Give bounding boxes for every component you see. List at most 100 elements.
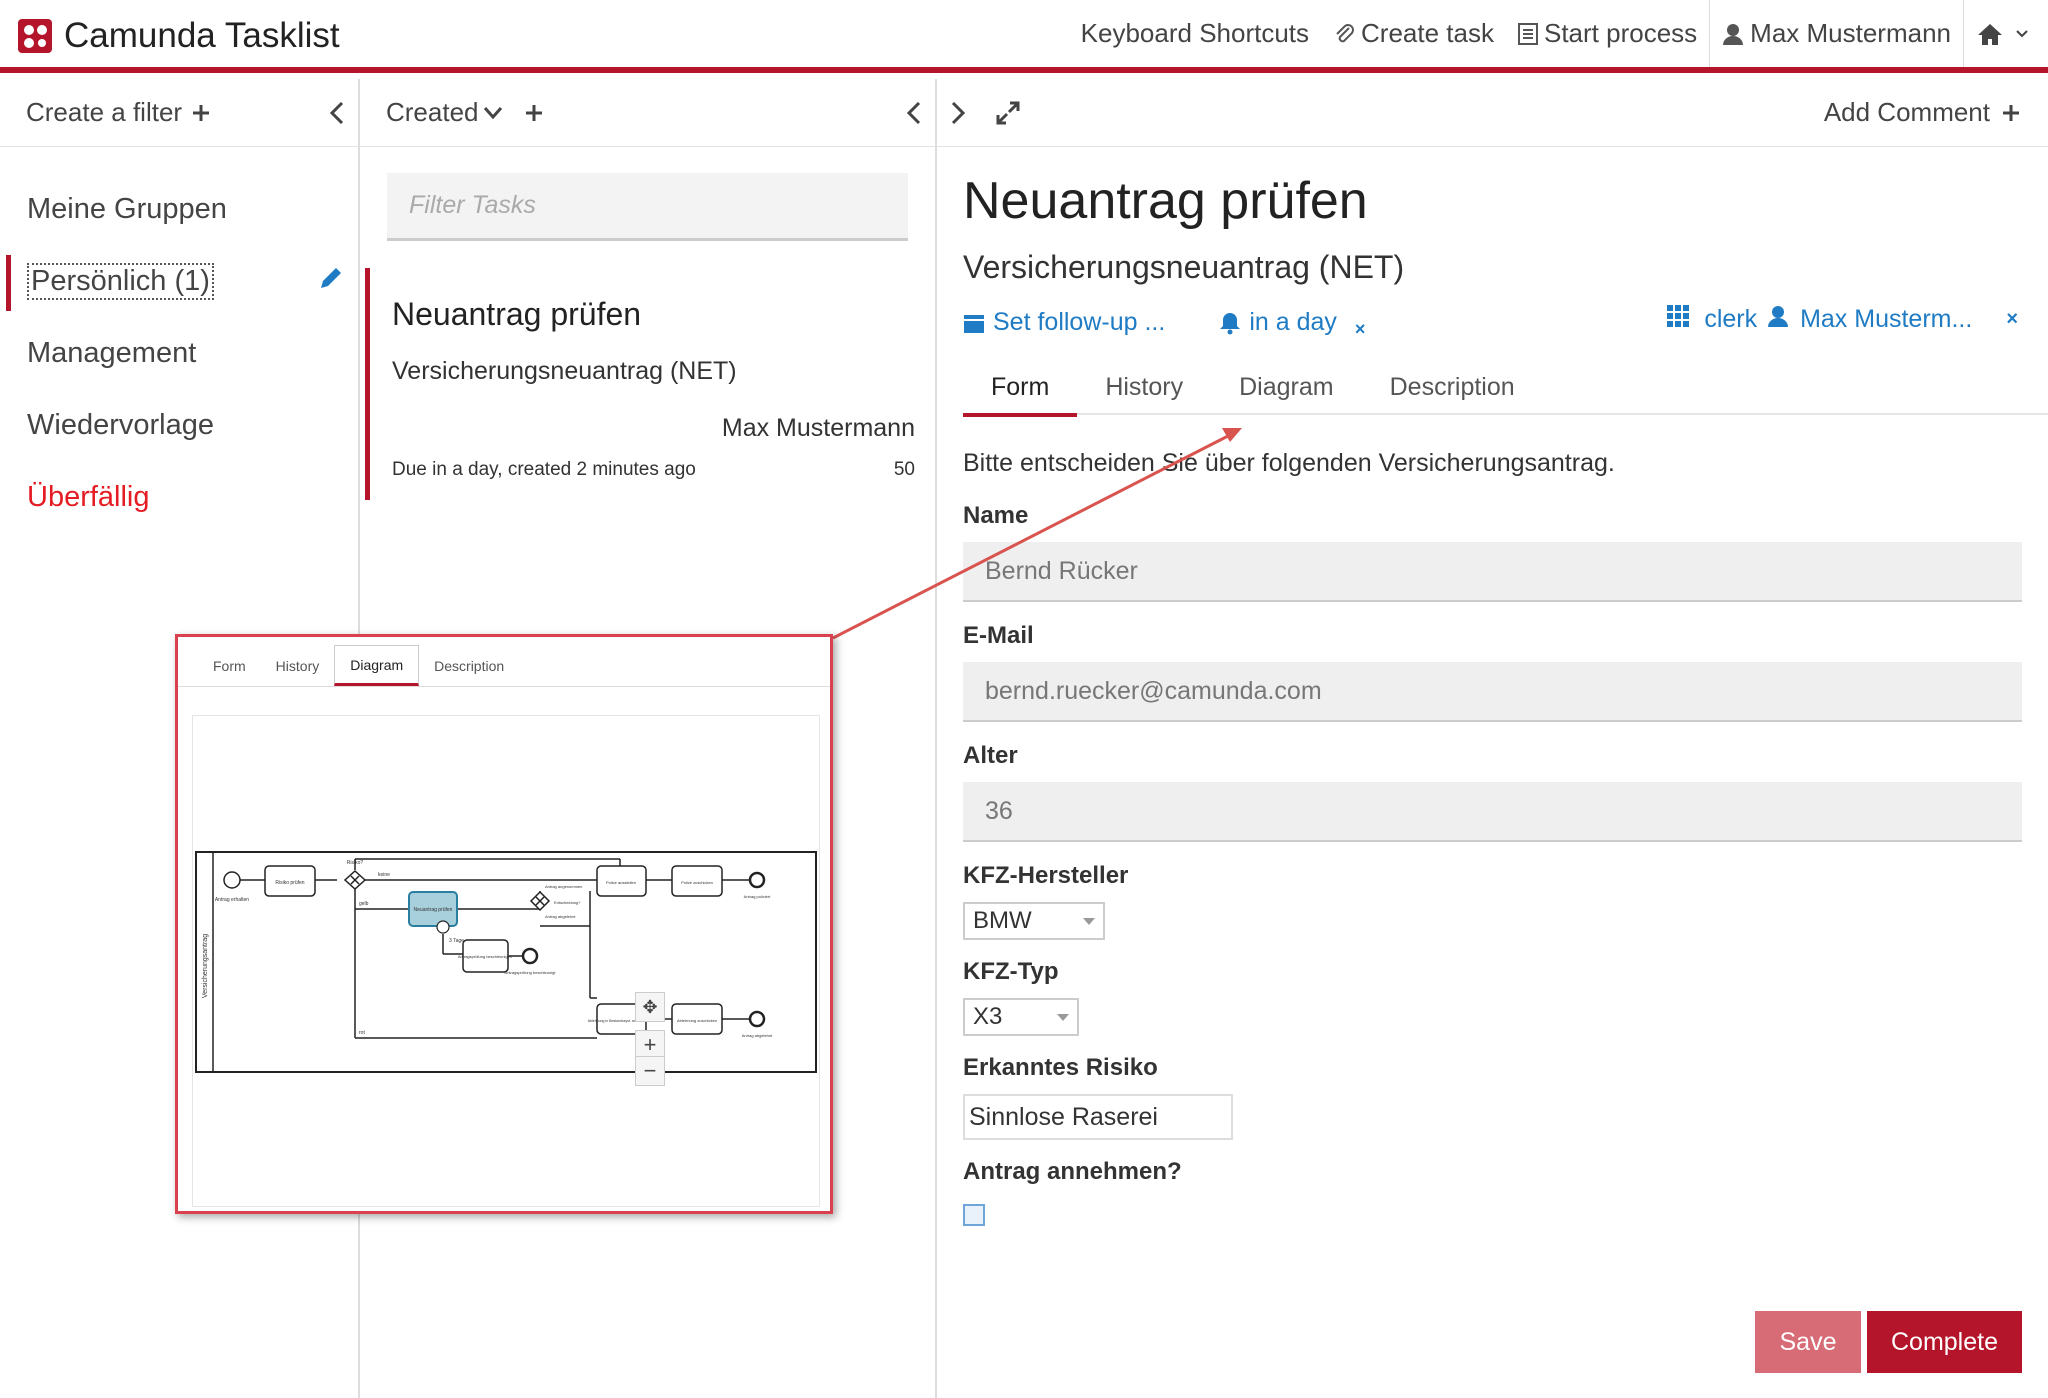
assignee-button[interactable]: Max Musterm... <box>1767 305 1972 334</box>
due-date-button[interactable]: in a day <box>1219 308 1337 337</box>
bpmn-diagram: Versicherungsantrag Antrag erhalten Risi… <box>195 851 817 1073</box>
active-indicator <box>6 255 11 311</box>
issued-end-label: Antrag policiert <box>744 894 772 899</box>
filter-label: Wiedervorlage <box>27 408 214 441</box>
issued-end-event[interactable] <box>748 871 766 889</box>
email-label: E-Mail <box>963 622 1034 649</box>
chevron-down-icon <box>483 106 502 119</box>
filter-item-persoenlich[interactable]: Persönlich (1) <box>0 245 358 317</box>
overlay-tab-description[interactable]: Description <box>419 645 519 686</box>
keyboard-shortcuts-link[interactable]: Keyboard Shortcuts <box>1069 0 1321 67</box>
assignee-label: Max Musterm... <box>1800 305 1973 333</box>
recenter-icon[interactable]: ✥ <box>635 992 665 1022</box>
yes-label: gelb <box>359 901 369 907</box>
task-card[interactable]: Neuantrag prüfen Versicherungsneuantrag … <box>365 268 915 500</box>
expand-right-icon[interactable] <box>951 101 965 124</box>
tab-diagram[interactable]: Diagram <box>1211 359 1361 415</box>
tab-form[interactable]: Form <box>963 359 1078 417</box>
name-label: Name <box>963 502 1029 529</box>
form-intro: Bitte entscheiden Sie über folgenden Ver… <box>963 449 1615 477</box>
task-priority: 50 <box>893 459 915 480</box>
user-name: Max Mustermann <box>1750 18 1951 48</box>
type-row: X3 <box>963 998 2022 1054</box>
risk-field[interactable]: Sinnlose Raserei <box>963 1094 1233 1140</box>
detail-header: Add Comment <box>937 79 2048 147</box>
brand[interactable]: Camunda Tasklist <box>18 14 340 58</box>
detail-tabs: Form History Diagram Description <box>963 359 2048 417</box>
overlay-tabs: Form History Diagram Description <box>178 645 830 687</box>
zoom-out-icon[interactable]: − <box>635 1056 665 1086</box>
filter-item-ueberfaellig[interactable]: Überfällig <box>0 461 358 533</box>
filter-label: Meine Gruppen <box>27 192 227 225</box>
top-navbar: Camunda Tasklist Keyboard Shortcuts Crea… <box>0 0 2048 73</box>
escalate-task-label: Antragsprüfung beschleunigen <box>458 954 512 959</box>
follow-up-label: Set follow-up ... <box>993 308 1166 336</box>
timer-label: 3 Tage <box>449 938 464 944</box>
groups-button[interactable]: clerk <box>1667 305 1757 334</box>
name-field[interactable]: Bernd Rücker <box>963 542 2022 602</box>
create-task-link[interactable]: Create task <box>1321 0 1506 67</box>
overlay-tab-diagram[interactable]: Diagram <box>334 645 420 686</box>
start-process-label: Start process <box>1543 18 1698 48</box>
detail-process: Versicherungsneuantrag (NET) <box>963 249 1405 285</box>
filter-item-management[interactable]: Management <box>0 317 358 389</box>
user-menu[interactable]: Max Mustermann <box>1710 0 1963 67</box>
bell-icon <box>1220 312 1241 334</box>
task-detail-panel: Add Comment Neuantrag prüfen Versicherun… <box>937 79 2048 1398</box>
paperclip-icon <box>1336 23 1355 42</box>
filter-item-meine-gruppen[interactable]: Meine Gruppen <box>0 173 358 245</box>
remove-due-icon[interactable]: × <box>1355 319 1366 340</box>
overlay-tab-form[interactable]: Form <box>198 645 261 686</box>
collapse-left-icon[interactable] <box>907 102 921 124</box>
email-field[interactable]: bernd.ruecker@camunda.com <box>963 662 2022 722</box>
pool-label: Versicherungsantrag <box>202 934 209 998</box>
maker-select[interactable]: BMW <box>963 902 1105 940</box>
accept-checkbox[interactable] <box>963 1204 985 1226</box>
no-label: keine <box>378 872 390 878</box>
due-date-label: in a day <box>1249 308 1337 336</box>
task-search <box>387 173 908 241</box>
task-title: Neuantrag prüfen <box>392 296 642 332</box>
add-comment-button[interactable]: Add Comment <box>1824 97 2020 128</box>
timer-event[interactable] <box>436 920 450 934</box>
chevron-down-icon <box>2016 29 2028 37</box>
maker-value: BMW <box>973 907 1032 934</box>
maximize-icon[interactable] <box>995 100 1021 126</box>
filter-item-wiedervorlage[interactable]: Wiedervorlage <box>0 389 358 461</box>
filter-label: Überfällig <box>27 480 150 513</box>
add-sort-plus-icon[interactable] <box>525 104 543 122</box>
bpmn-canvas[interactable]: Versicherungsantrag Antrag erhalten Risi… <box>192 715 820 1207</box>
maker-row: BMW <box>963 902 2022 958</box>
task-process: Versicherungsneuantrag (NET) <box>392 357 737 385</box>
task-list-header: Created <box>360 79 935 147</box>
type-value: X3 <box>973 1003 1003 1030</box>
caret-icon <box>1083 918 1095 925</box>
rejected-end-event[interactable] <box>748 1010 766 1028</box>
unassign-icon[interactable]: × <box>2006 308 2018 331</box>
red-label: rot <box>359 1030 365 1036</box>
type-select[interactable]: X3 <box>963 998 1079 1036</box>
save-button[interactable]: Save <box>1755 1311 1861 1373</box>
escalated-end-event[interactable] <box>521 947 539 965</box>
overlay-tab-history[interactable]: History <box>261 645 335 686</box>
plus-icon <box>2003 104 2019 121</box>
pencil-icon[interactable] <box>318 265 344 291</box>
list-icon <box>1517 22 1538 45</box>
sort-dropdown[interactable]: Created <box>386 97 503 128</box>
start-label: Antrag erhalten <box>215 897 249 903</box>
follow-up-button[interactable]: Set follow-up ... <box>963 308 1165 337</box>
home-menu[interactable] <box>1964 0 2048 67</box>
create-filter-button[interactable]: Create a filter <box>26 97 210 128</box>
tab-history[interactable]: History <box>1077 359 1211 415</box>
create-task-label: Create task <box>1361 18 1494 48</box>
collapse-left-icon[interactable] <box>330 102 344 124</box>
add-comment-label: Add Comment <box>1823 97 1990 127</box>
start-event[interactable] <box>223 871 241 889</box>
tab-description[interactable]: Description <box>1362 359 1543 415</box>
age-field[interactable]: 36 <box>963 782 2022 842</box>
user-icon <box>1768 306 1789 327</box>
start-process-link[interactable]: Start process <box>1506 0 1709 67</box>
sort-label: Created <box>386 97 479 127</box>
complete-button[interactable]: Complete <box>1867 1311 2022 1373</box>
filter-tasks-input[interactable] <box>409 191 908 220</box>
